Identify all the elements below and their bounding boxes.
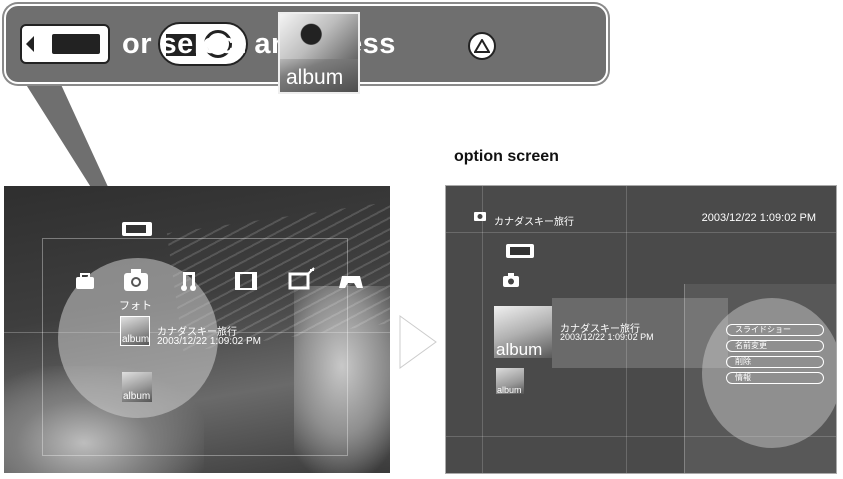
option-information[interactable]: 情報 — [726, 372, 824, 384]
guide-line — [482, 186, 483, 473]
photo-icon[interactable] — [502, 272, 520, 293]
album-label: album — [286, 66, 344, 89]
item-date: 2003/12/22 1:09:02 PM — [157, 336, 261, 347]
album-thumbnail[interactable]: album — [122, 372, 152, 402]
music-icon[interactable] — [180, 270, 198, 296]
settings-icon[interactable] — [74, 270, 96, 296]
option-slideshow[interactable]: スライドショー — [726, 324, 824, 336]
album-thumbnail[interactable]: album — [120, 316, 150, 346]
photo-icon — [474, 210, 486, 224]
album-label: album — [497, 385, 522, 394]
guide-line — [446, 232, 836, 233]
triangle-button-icon — [468, 32, 496, 60]
memory-stick-icon — [20, 24, 110, 64]
album-thumbnail[interactable]: album — [494, 306, 552, 358]
game-icon[interactable] — [338, 270, 364, 296]
xmb-screen: フォト album カナダスキー旅行 2003/12/22 1:09:02 PM… — [4, 186, 390, 473]
option-rename[interactable]: 名前変更 — [726, 340, 824, 352]
album-label: album — [496, 340, 543, 358]
option-screen: カナダスキー旅行 2003/12/22 1:09:02 PM album カナダ… — [446, 186, 836, 473]
header-title: カナダスキー旅行 — [494, 217, 574, 228]
album-label: album — [123, 391, 151, 402]
memory-stick-icon[interactable] — [122, 222, 152, 236]
option-delete[interactable]: 削除 — [726, 356, 824, 368]
album-thumbnail[interactable]: album — [496, 368, 524, 394]
memory-stick-icon[interactable] — [506, 244, 534, 258]
category-label: フォト — [119, 300, 152, 312]
item-date: 2003/12/22 1:09:02 PM — [560, 332, 654, 342]
option-screen-heading: option screen — [454, 148, 559, 165]
transition-arrow-icon — [396, 312, 440, 372]
network-icon[interactable] — [288, 266, 316, 296]
header-bar: カナダスキー旅行 2003/12/22 1:09:02 PM — [466, 210, 836, 228]
photo-icon[interactable] — [122, 266, 150, 298]
album-label: album — [122, 334, 150, 345]
album-thumbnail: album — [278, 12, 360, 94]
header-date: 2003/12/22 1:09:02 PM — [701, 212, 816, 224]
instruction-callout: or select and press album — [4, 4, 608, 94]
video-icon[interactable] — [234, 270, 258, 296]
